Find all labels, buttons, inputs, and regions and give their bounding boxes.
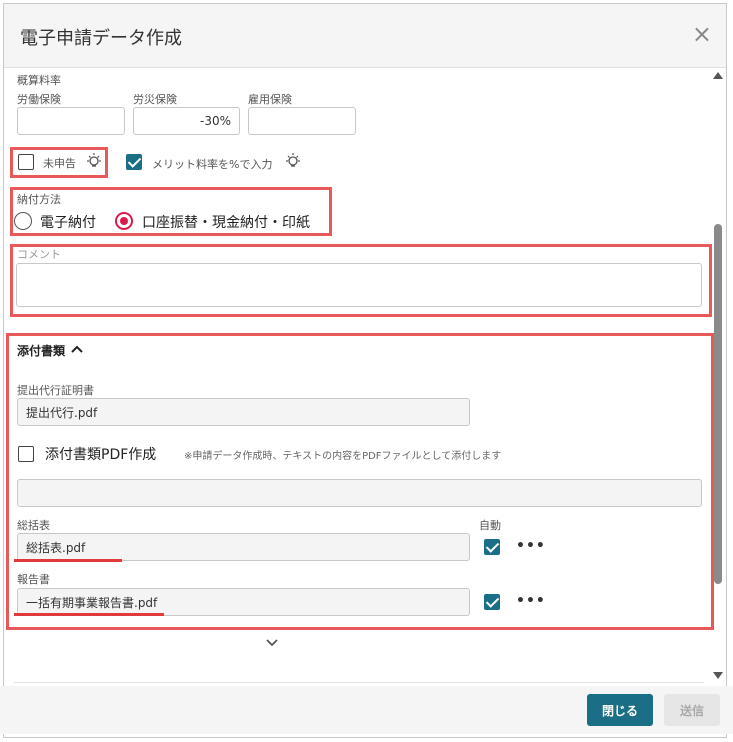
summary-more-icon[interactable]: ••• <box>516 538 546 554</box>
summary-auto-checkbox[interactable] <box>484 539 500 555</box>
undeclared-label: 未申告 <box>43 157 76 170</box>
employment-insurance-label: 雇用保険 <box>248 93 292 106</box>
radio-account-transfer[interactable] <box>115 212 133 230</box>
proxy-certificate-field[interactable]: 提出代行.pdf <box>17 398 470 426</box>
report-more-icon[interactable]: ••• <box>516 593 546 609</box>
comment-label: コメント <box>17 248 61 261</box>
comment-textarea[interactable] <box>16 263 702 307</box>
dialog-title: 電子申請データ作成 <box>20 28 182 49</box>
labor-insurance-input[interactable] <box>17 107 125 135</box>
merit-rate-checkbox[interactable] <box>126 154 142 170</box>
send-button[interactable]: 送信 <box>664 694 720 726</box>
undeclared-checkbox[interactable] <box>18 154 34 170</box>
summary-field[interactable]: 総括表.pdf <box>17 533 470 561</box>
close-button[interactable]: 閉じる <box>587 694 653 726</box>
payment-method-label: 納付方法 <box>17 193 61 206</box>
proxy-certificate-label: 提出代行証明書 <box>17 384 94 397</box>
scrollbar-thumb[interactable] <box>714 224 722 584</box>
report-underline <box>14 613 164 616</box>
merit-rate-label: メリット料率を%で入力 <box>152 158 273 171</box>
lightbulb-icon[interactable] <box>283 151 303 171</box>
chevron-down-icon[interactable] <box>265 638 279 648</box>
dialog-footer: 閉じる 送信 <box>0 686 733 734</box>
chevron-up-icon[interactable] <box>71 344 83 354</box>
accident-insurance-label: 労災保険 <box>133 93 177 106</box>
report-field[interactable]: 一括有期事業報告書.pdf <box>17 588 470 616</box>
pdf-text-field[interactable] <box>17 479 702 507</box>
radio-account-transfer-label: 口座振替・現金納付・印紙 <box>142 215 310 231</box>
auto-label: 自動 <box>479 519 501 532</box>
scroll-down-arrow-icon[interactable] <box>713 672 723 679</box>
labor-insurance-label: 労働保険 <box>17 93 61 106</box>
footer-divider <box>14 682 704 683</box>
rates-section-label: 概算料率 <box>17 74 61 87</box>
close-icon[interactable]: × <box>692 22 712 46</box>
report-auto-checkbox[interactable] <box>484 594 500 610</box>
summary-label: 総括表 <box>17 519 50 532</box>
pdf-create-checkbox[interactable] <box>18 446 34 462</box>
pdf-create-label: 添付書類PDF作成 <box>45 447 157 463</box>
accident-insurance-input[interactable]: -30% <box>133 107 240 135</box>
pdf-create-note: ※申請データ作成時、テキストの内容をPDFファイルとして添付します <box>184 451 502 462</box>
radio-electronic-payment[interactable] <box>14 212 32 230</box>
dialog-header: 電子申請データ作成 × <box>4 4 726 68</box>
lightbulb-icon[interactable] <box>84 151 104 171</box>
attachments-header[interactable]: 添付書類 <box>17 342 65 359</box>
summary-underline <box>14 559 122 562</box>
radio-electronic-payment-label: 電子納付 <box>40 215 96 231</box>
scroll-up-arrow-icon[interactable] <box>713 72 723 79</box>
employment-insurance-input[interactable] <box>248 107 356 135</box>
report-label: 報告書 <box>17 573 50 586</box>
